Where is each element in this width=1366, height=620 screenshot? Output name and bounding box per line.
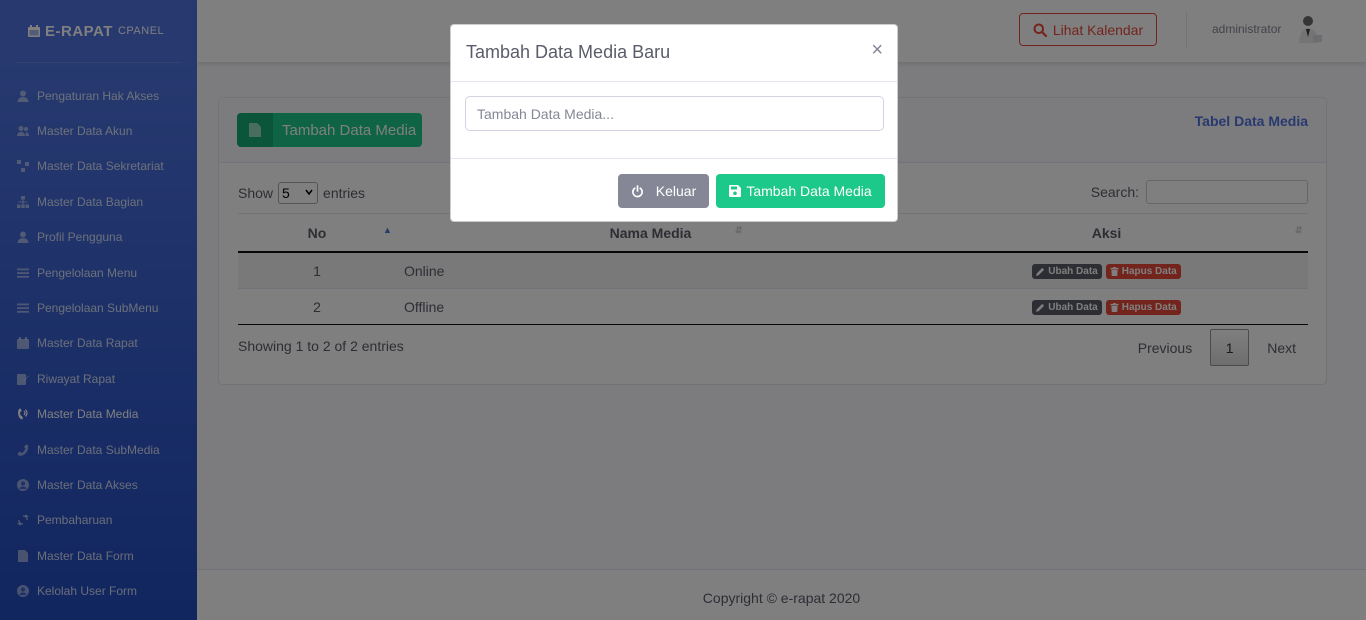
close-icon[interactable]: × bbox=[871, 40, 883, 60]
modal-header: Tambah Data Media Baru × bbox=[451, 25, 897, 82]
media-name-input[interactable] bbox=[465, 96, 884, 131]
cancel-button[interactable]: Keluar bbox=[618, 174, 709, 208]
cancel-label: Keluar bbox=[655, 183, 697, 199]
modal-title: Tambah Data Media Baru bbox=[466, 42, 671, 62]
save-label: Tambah Data Media bbox=[746, 183, 872, 199]
modal-body bbox=[451, 82, 897, 159]
save-icon bbox=[729, 185, 742, 197]
modal-footer: Keluar Tambah Data Media bbox=[451, 159, 897, 222]
save-button[interactable]: Tambah Data Media bbox=[716, 174, 885, 208]
power-icon bbox=[631, 184, 643, 197]
add-media-modal: Tambah Data Media Baru × Keluar Tambah D… bbox=[450, 24, 898, 222]
